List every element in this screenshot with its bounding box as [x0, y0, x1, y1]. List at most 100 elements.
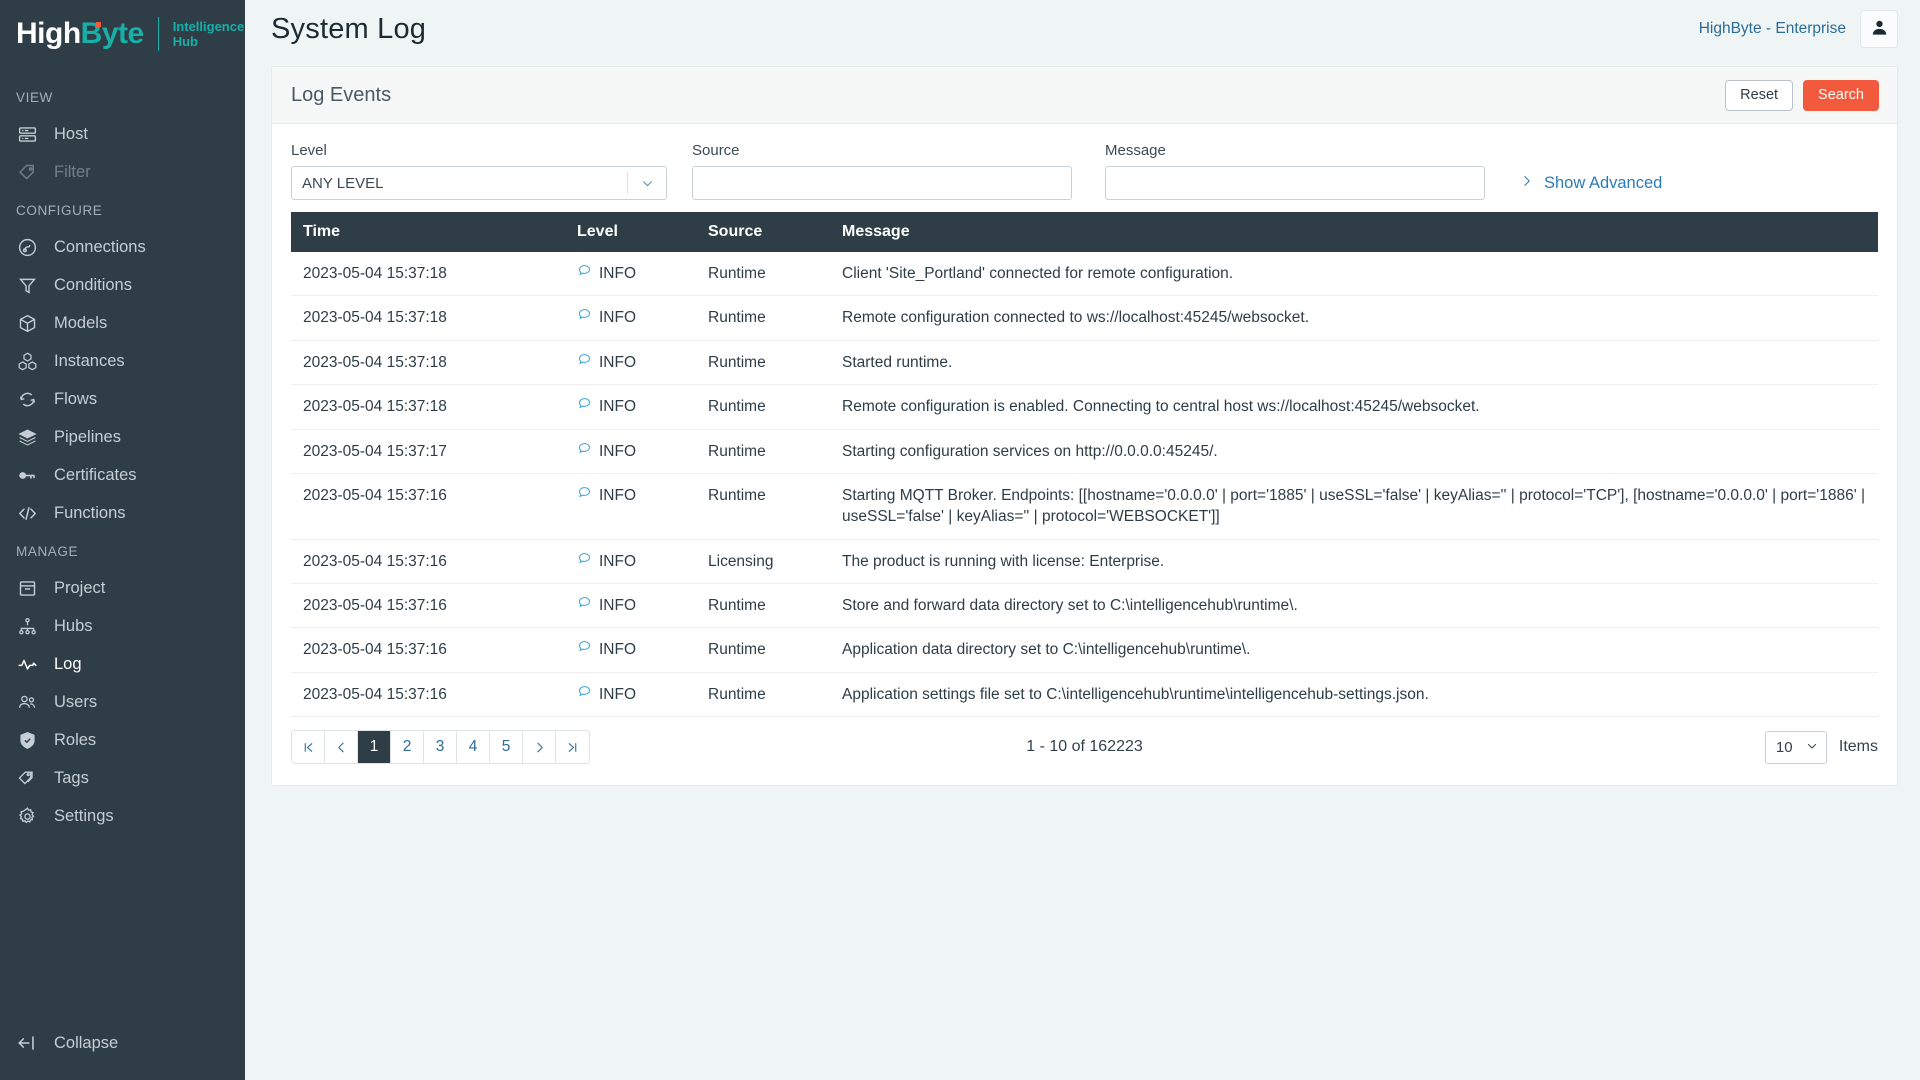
- cell-source: Runtime: [696, 672, 830, 718]
- page-button-2[interactable]: 2: [391, 731, 424, 764]
- sidebar-item-functions[interactable]: Functions: [0, 494, 245, 532]
- page-button-4[interactable]: 4: [457, 731, 490, 764]
- sidebar-item-label: Models: [54, 313, 108, 332]
- brand-divider: [157, 17, 159, 51]
- table-row[interactable]: 2023-05-04 15:37:16 INFO Runtime Startin…: [291, 473, 1878, 540]
- level-select-value: ANY LEVEL: [302, 174, 384, 192]
- cell-level: INFO: [565, 539, 696, 585]
- table-row[interactable]: 2023-05-04 15:37:16 INFO Licensing The p…: [291, 539, 1878, 585]
- search-button[interactable]: Search: [1803, 79, 1879, 111]
- table-row[interactable]: 2023-05-04 15:37:18 INFO Runtime Client …: [291, 252, 1878, 297]
- boxes-icon: [16, 350, 38, 372]
- user-menu-button[interactable]: [1860, 10, 1898, 48]
- sidebar-item-label: Connections: [54, 237, 146, 256]
- cell-level-text: INFO: [599, 552, 637, 570]
- sidebar-item-flows[interactable]: Flows: [0, 380, 245, 418]
- sidebar-item-instances[interactable]: Instances: [0, 342, 245, 380]
- sidebar-item-models[interactable]: Models: [0, 304, 245, 342]
- table-row[interactable]: 2023-05-04 15:37:16 INFO Runtime Applica…: [291, 672, 1878, 718]
- log-table-body: 2023-05-04 15:37:18 INFO Runtime Client …: [291, 252, 1878, 718]
- cell-message: Starting MQTT Broker. Endpoints: [[hostn…: [830, 473, 1878, 540]
- table-row[interactable]: 2023-05-04 15:37:18 INFO Runtime Remote …: [291, 295, 1878, 341]
- source-label: Source: [692, 142, 740, 159]
- sidebar-collapse-label: Collapse: [54, 1033, 119, 1052]
- message-input[interactable]: [1105, 166, 1485, 200]
- chevron-right-icon: [1520, 173, 1533, 194]
- table-row[interactable]: 2023-05-04 15:37:18 INFO Runtime Remote …: [291, 384, 1878, 430]
- prev-page-icon[interactable]: [325, 731, 358, 764]
- items-per-page-value: 10: [1775, 738, 1793, 756]
- pagination: 1 2 3 4 5 1 - 10 of 162223 10 Items: [272, 717, 1897, 785]
- next-page-icon[interactable]: [523, 731, 556, 764]
- cell-level-text: INFO: [599, 309, 637, 327]
- table-row[interactable]: 2023-05-04 15:37:16 INFO Runtime Store a…: [291, 583, 1878, 629]
- brand-subtitle: Intelligence Hub: [173, 19, 245, 49]
- sidebar-item-label: Hubs: [54, 616, 93, 635]
- table-row[interactable]: 2023-05-04 15:37:18 INFO Runtime Started…: [291, 340, 1878, 386]
- table-row[interactable]: 2023-05-04 15:37:17 INFO Runtime Startin…: [291, 429, 1878, 474]
- cell-message: Starting configuration services on http:…: [830, 429, 1878, 474]
- server-icon: [16, 123, 38, 145]
- info-level-icon: [577, 396, 592, 417]
- cell-source: Runtime: [696, 583, 830, 629]
- cell-level: INFO: [565, 429, 696, 474]
- sidebar-item-host[interactable]: Host: [0, 115, 245, 153]
- info-level-icon: [577, 595, 592, 616]
- sidebar-nav: VIEW Host Filter CONFIGURE Connections C…: [0, 68, 245, 1020]
- sidebar-item-tags[interactable]: Tags: [0, 759, 245, 797]
- cell-level-text: INFO: [599, 353, 637, 371]
- plug-icon: [16, 236, 38, 258]
- column-header-level[interactable]: Level: [565, 212, 696, 252]
- sidebar-item-users[interactable]: Users: [0, 683, 245, 721]
- brand-wordmark: HighByte: [16, 17, 144, 51]
- sidebar-item-certificates[interactable]: Certificates: [0, 456, 245, 494]
- cell-message: Store and forward data directory set to …: [830, 583, 1878, 629]
- chevron-down-icon: [628, 177, 666, 190]
- info-level-icon: [577, 684, 592, 705]
- message-label: Message: [1105, 142, 1166, 159]
- column-header-time[interactable]: Time: [291, 212, 565, 252]
- info-level-icon: [577, 352, 592, 373]
- sidebar-item-connections[interactable]: Connections: [0, 228, 245, 266]
- page-button-1[interactable]: 1: [358, 731, 391, 764]
- sidebar-section-manage: MANAGE: [16, 544, 79, 559]
- column-header-source[interactable]: Source: [696, 212, 830, 252]
- tenant-label: HighByte - Enterprise: [1698, 20, 1846, 37]
- items-per-page-select[interactable]: 10: [1764, 730, 1827, 764]
- level-select[interactable]: ANY LEVEL: [291, 166, 667, 200]
- sidebar-item-pipelines[interactable]: Pipelines: [0, 418, 245, 456]
- collapse-left-icon: [16, 1032, 38, 1054]
- cell-level-text: INFO: [599, 486, 637, 504]
- user-icon: [1870, 18, 1889, 40]
- source-input[interactable]: [692, 166, 1072, 200]
- brand-logo[interactable]: HighByte Intelligence Hub: [0, 0, 245, 68]
- sidebar-item-log[interactable]: Log: [0, 645, 245, 683]
- cell-time: 2023-05-04 15:37:18: [291, 252, 565, 297]
- last-page-icon[interactable]: [556, 731, 589, 764]
- log-table-head: Time Level Source Message: [291, 212, 1878, 252]
- sidebar-item-conditions[interactable]: Conditions: [0, 266, 245, 304]
- gear-icon: [16, 805, 38, 827]
- sidebar-item-hubs[interactable]: Hubs: [0, 607, 245, 645]
- sidebar-item-settings[interactable]: Settings: [0, 797, 245, 835]
- pagination-buttons: 1 2 3 4 5: [291, 730, 590, 765]
- cell-message: Client 'Site_Portland' connected for rem…: [830, 252, 1878, 297]
- reset-button[interactable]: Reset: [1725, 79, 1794, 111]
- cell-message: Application settings file set to C:\inte…: [830, 672, 1878, 718]
- column-header-message[interactable]: Message: [830, 212, 1878, 252]
- sidebar-item-project[interactable]: Project: [0, 569, 245, 607]
- sidebar-item-roles[interactable]: Roles: [0, 721, 245, 759]
- sidebar-collapse-button[interactable]: Collapse: [0, 1020, 245, 1066]
- cell-message: Application data directory set to C:\int…: [830, 627, 1878, 673]
- first-page-icon[interactable]: [292, 731, 325, 764]
- show-advanced-toggle[interactable]: Show Advanced: [1520, 173, 1662, 200]
- page-title: System Log: [271, 12, 427, 45]
- page-button-3[interactable]: 3: [424, 731, 457, 764]
- cell-level: INFO: [565, 473, 696, 540]
- table-row[interactable]: 2023-05-04 15:37:16 INFO Runtime Applica…: [291, 627, 1878, 673]
- cell-level-text: INFO: [599, 685, 637, 703]
- pulse-icon: [16, 653, 38, 675]
- page-button-5[interactable]: 5: [490, 731, 523, 764]
- show-advanced-label: Show Advanced: [1544, 174, 1663, 192]
- items-label: Items: [1838, 738, 1878, 756]
